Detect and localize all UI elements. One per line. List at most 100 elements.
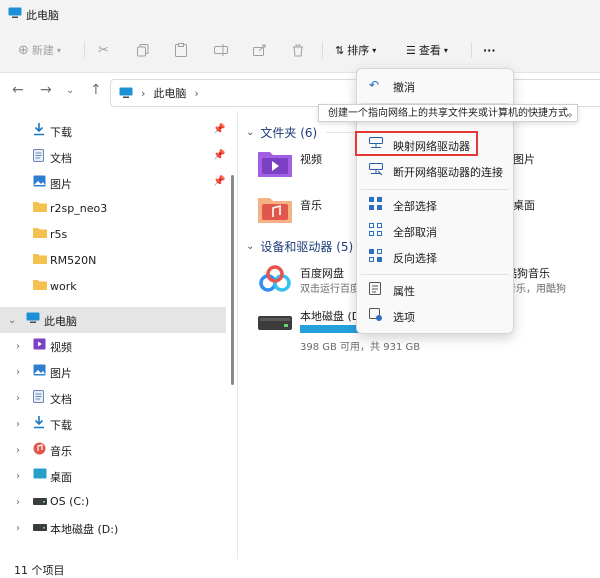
back-arrow-icon[interactable]: ←: [12, 82, 24, 98]
view-button[interactable]: ☰ 查看 ▾: [406, 39, 448, 61]
chevron-down-icon: ▾: [56, 45, 61, 55]
chevron-right-icon[interactable]: ›: [16, 393, 20, 404]
menu-item-label: 全部取消: [393, 226, 437, 239]
breadcrumb-separator: ›: [194, 86, 199, 100]
sidebar-item-label: work: [50, 280, 77, 293]
pin-icon: 📌: [213, 124, 226, 135]
chevron-down-icon: ▾: [443, 45, 448, 55]
baidu-netdisk-icon: [258, 265, 292, 293]
folder-tile-label[interactable]: 图片: [513, 151, 535, 167]
folders-section-header[interactable]: ⌄ 文件夹 (6): [246, 124, 317, 141]
breadcrumb-this-pc[interactable]: 此电脑: [153, 85, 186, 101]
menu-item-invert-selection[interactable]: 反向选择: [361, 244, 509, 270]
sidebar-item-pictures[interactable]: › 图片: [0, 359, 226, 385]
window-title: 此电脑: [26, 9, 59, 22]
copy-button[interactable]: [137, 39, 149, 61]
menu-item-properties[interactable]: 属性: [361, 277, 509, 303]
chevron-right-icon[interactable]: ›: [16, 419, 20, 430]
share-button[interactable]: [253, 39, 267, 61]
sidebar-item-downloads[interactable]: 下载 📌: [0, 118, 226, 144]
menu-item-undo[interactable]: ↶ 撤消: [361, 73, 509, 99]
folder-icon: [33, 253, 47, 264]
chevron-right-icon[interactable]: ›: [16, 341, 20, 352]
title-bar: 此电脑: [0, 0, 600, 28]
sidebar-item-label: 音乐: [50, 445, 72, 458]
sidebar-scrollbar[interactable]: [231, 175, 234, 385]
trash-icon: [293, 44, 303, 56]
cut-icon: ✂: [98, 42, 109, 58]
sidebar-item-drive-d[interactable]: › 本地磁盘 (D:): [0, 515, 226, 541]
chevron-right-icon[interactable]: ›: [16, 523, 20, 534]
drive-icon: [33, 524, 47, 531]
sort-icon: ⇅: [335, 43, 345, 57]
copy-icon: [137, 43, 149, 56]
devices-section-header[interactable]: ⌄ 设备和驱动器 (5): [246, 238, 353, 255]
cut-button[interactable]: ✂: [98, 39, 109, 61]
chevron-right-icon[interactable]: ›: [16, 367, 20, 378]
sidebar-item-this-pc[interactable]: ⌄ 此电脑: [0, 307, 226, 333]
video-folder-icon: [258, 149, 292, 177]
forward-arrow-icon[interactable]: →: [40, 82, 52, 98]
address-bar[interactable]: › 此电脑 ›: [110, 79, 600, 107]
sidebar-item-label: 视频: [50, 341, 72, 354]
sidebar-item-label: 文档: [50, 393, 72, 406]
folder-tile-videos[interactable]: 视频: [258, 149, 368, 181]
sidebar-item-label: 下载: [50, 419, 72, 432]
chevron-right-icon[interactable]: ›: [16, 445, 20, 456]
sidebar-item-pictures[interactable]: 图片 📌: [0, 170, 226, 196]
rename-icon: [214, 44, 228, 56]
delete-button[interactable]: [292, 39, 304, 61]
sidebar-item-downloads[interactable]: › 下载: [0, 411, 226, 437]
pin-icon: 📌: [213, 176, 226, 187]
rename-button[interactable]: [214, 39, 228, 61]
chevron-down-icon: ▾: [372, 45, 377, 55]
menu-item-label: 选项: [393, 311, 415, 324]
recent-locations-chevron-icon[interactable]: ⌄: [66, 85, 74, 96]
device-tile-subtitle: 音乐，用酷狗: [506, 284, 566, 295]
sidebar-item-desktop[interactable]: › 桌面: [0, 463, 226, 489]
sidebar-item-rm520n[interactable]: RM520N: [0, 248, 226, 274]
folder-icon: [33, 279, 47, 290]
new-button-label: 新建: [31, 44, 54, 57]
sidebar-item-r5s[interactable]: r5s: [0, 222, 226, 248]
new-button[interactable]: ⊕ 新建 ▾: [18, 39, 61, 61]
download-icon: [33, 123, 45, 136]
chevron-right-icon[interactable]: ›: [16, 471, 20, 482]
computer-icon: [8, 7, 22, 19]
menu-item-select-all[interactable]: 全部选择: [361, 192, 509, 218]
sidebar-item-documents[interactable]: › 文档: [0, 385, 226, 411]
menu-divider: [361, 189, 509, 190]
command-bar: ⊕ 新建 ▾ ✂ ⇅ 排序 ▾ ☰ 查看 ▾ ···: [0, 28, 600, 73]
up-arrow-icon[interactable]: ↑: [90, 82, 102, 98]
sort-button-label: 排序: [347, 44, 370, 57]
share-icon: [253, 44, 266, 56]
sort-button[interactable]: ⇅ 排序 ▾: [335, 39, 376, 61]
view-button-label: 查看: [418, 44, 441, 57]
menu-item-options[interactable]: 选项: [361, 303, 509, 329]
paste-button[interactable]: [175, 39, 187, 61]
folder-tile-music[interactable]: 音乐: [258, 195, 368, 227]
folders-section-title: 文件夹 (6): [260, 126, 318, 140]
folder-tile-label: 视频: [300, 153, 322, 166]
tooltip: 创建一个指向网络上的共享文件夹或计算机的快捷方式。: [318, 104, 578, 122]
paste-icon: [175, 43, 187, 57]
sidebar-item-label: 图片: [50, 178, 72, 191]
device-tile-subtitle: 双击运行百度: [300, 284, 360, 295]
sidebar-item-work[interactable]: work: [0, 274, 226, 300]
sidebar-item-music[interactable]: › 音乐: [0, 437, 226, 463]
sidebar-item-label: 本地磁盘 (D:): [50, 523, 119, 536]
pin-icon: 📌: [213, 150, 226, 161]
menu-item-disconnect-network-drive[interactable]: 断开网络驱动器的连接: [361, 158, 509, 184]
menu-item-select-none[interactable]: 全部取消: [361, 218, 509, 244]
sidebar-item-drive-c[interactable]: › OS (C:): [0, 489, 226, 515]
device-tile-baidu-netdisk[interactable]: 百度网盘 双击运行百度: [258, 263, 360, 297]
folder-tile-label[interactable]: 桌面: [513, 197, 535, 213]
more-options-button[interactable]: ···: [483, 39, 496, 61]
sidebar-item-documents[interactable]: 文档 📌: [0, 144, 226, 170]
chevron-down-icon[interactable]: ⌄: [8, 315, 16, 326]
sidebar-item-r2sp-neo3[interactable]: r2sp_neo3: [0, 196, 226, 222]
sidebar-item-label: 图片: [50, 367, 72, 380]
chevron-right-icon[interactable]: ›: [16, 497, 20, 508]
menu-item-label: 反向选择: [393, 252, 437, 265]
sidebar-item-videos[interactable]: › 视频: [0, 333, 226, 359]
